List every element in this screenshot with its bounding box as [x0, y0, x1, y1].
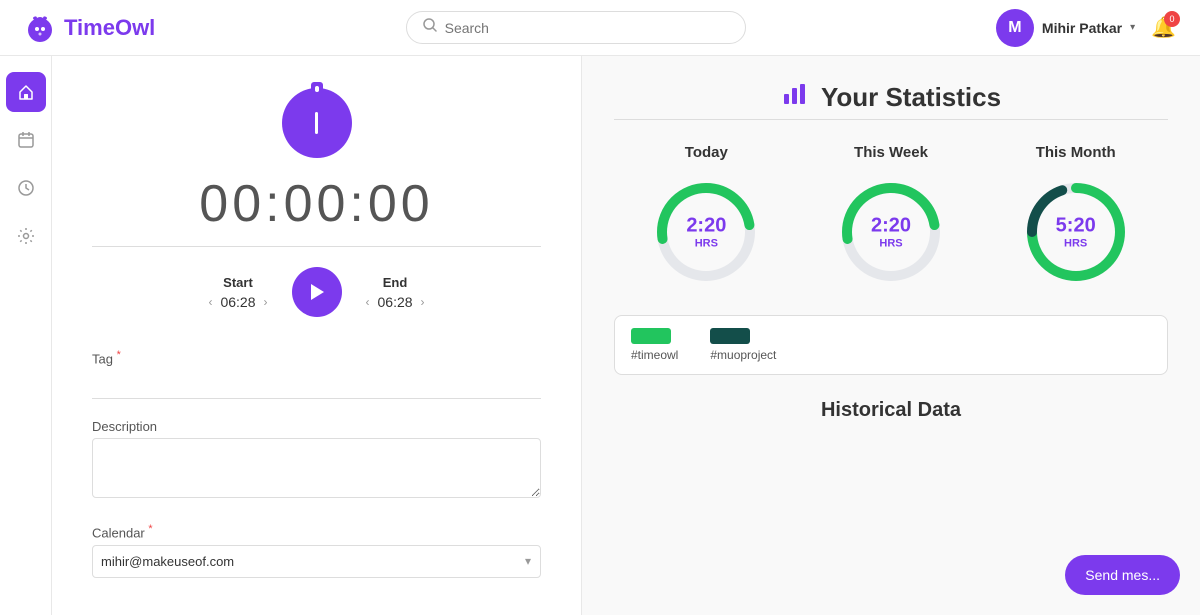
- right-panel: Your Statistics Today 2:20 HRS: [582, 56, 1200, 615]
- timer-icon-wrapper: [282, 88, 352, 158]
- legend-item-muo: #muoproject: [710, 328, 776, 362]
- legend-color-timeowl: [631, 328, 671, 344]
- period-week: This Week 2:20 HRS: [799, 144, 984, 287]
- avatar: M: [996, 9, 1034, 47]
- main-content: 00:00:00 Start ‹ 06:28 ›: [52, 56, 1200, 615]
- timer-controls: Start ‹ 06:28 › End: [92, 267, 541, 317]
- description-label: Description: [92, 419, 541, 434]
- timer-display: 00:00:00: [199, 174, 433, 234]
- calendar-field: Calendar * mihir@makeuseof.com ▾: [92, 523, 541, 577]
- legend-item-timeowl: #timeowl: [631, 328, 678, 362]
- stats-periods: Today 2:20 HRS This Week: [614, 144, 1168, 287]
- start-time-group: Start ‹ 06:28 ›: [208, 275, 267, 310]
- period-today-label: Today: [685, 144, 728, 161]
- search-icon: [423, 18, 437, 37]
- play-button[interactable]: [292, 267, 342, 317]
- donut-week-center: 2:20 HRS: [871, 215, 911, 250]
- sidebar: [0, 56, 52, 615]
- layout: 00:00:00 Start ‹ 06:28 ›: [0, 56, 1200, 615]
- end-next-arrow[interactable]: ›: [421, 295, 425, 309]
- timer-hand: [315, 112, 318, 134]
- historical-data-title: Historical Data: [614, 399, 1168, 422]
- legend-label-muo: #muoproject: [710, 348, 776, 362]
- calendar-select-wrapper: mihir@makeuseof.com ▾: [92, 545, 541, 578]
- left-panel: 00:00:00 Start ‹ 06:28 ›: [52, 56, 582, 615]
- donut-today-time: 2:20: [686, 215, 726, 238]
- end-time-group: End ‹ 06:28 ›: [366, 275, 425, 310]
- search-input[interactable]: [445, 20, 729, 36]
- description-field: Description: [92, 419, 541, 503]
- donut-month-center: 5:20 HRS: [1056, 215, 1096, 250]
- start-time-value: ‹ 06:28 ›: [208, 294, 267, 310]
- period-month-label: This Month: [1036, 144, 1116, 161]
- end-label: End: [383, 275, 408, 290]
- start-prev-arrow[interactable]: ‹: [208, 295, 212, 309]
- legend-color-muo: [710, 328, 750, 344]
- tag-field: Tag *: [92, 349, 541, 399]
- end-time-value: ‹ 06:28 ›: [366, 294, 425, 310]
- form-section: Tag * Description Calendar * mihir@makeu…: [92, 349, 541, 578]
- legend-box: #timeowl #muoproject: [614, 315, 1168, 375]
- sidebar-item-calendar[interactable]: [6, 120, 46, 160]
- search-bar: [406, 11, 746, 44]
- end-prev-arrow[interactable]: ‹: [366, 295, 370, 309]
- donut-week-unit: HRS: [871, 238, 911, 250]
- sidebar-item-settings[interactable]: [6, 216, 46, 256]
- donut-today-unit: HRS: [686, 238, 726, 250]
- sidebar-item-history[interactable]: [6, 168, 46, 208]
- user-name: Mihir Patkar: [1042, 20, 1122, 36]
- stats-divider: [614, 119, 1168, 120]
- donut-month-unit: HRS: [1056, 238, 1096, 250]
- start-time-val: 06:28: [220, 294, 255, 310]
- tag-label: Tag *: [92, 349, 541, 366]
- start-next-arrow[interactable]: ›: [264, 295, 268, 309]
- start-label: Start: [223, 275, 253, 290]
- tag-input[interactable]: [92, 370, 541, 399]
- period-month: This Month 5:20 HRS: [983, 144, 1168, 287]
- logo-icon: [24, 12, 56, 44]
- sidebar-item-home[interactable]: [6, 72, 46, 112]
- nav-right: M Mihir Patkar ▾ 🔔 0: [996, 9, 1176, 47]
- stats-title: Your Statistics: [821, 82, 1001, 113]
- stats-chart-icon: [781, 80, 809, 115]
- send-message-button[interactable]: Send mes...: [1065, 555, 1180, 595]
- donut-week-time: 2:20: [871, 215, 911, 238]
- period-today: Today 2:20 HRS: [614, 144, 799, 287]
- stats-header: Your Statistics: [614, 80, 1168, 115]
- donut-today: 2:20 HRS: [651, 177, 761, 287]
- user-menu[interactable]: M Mihir Patkar ▾: [996, 9, 1135, 47]
- brand-name: TimeOwl: [64, 15, 155, 41]
- timer-circle-icon: [282, 88, 352, 158]
- notification-bell[interactable]: 🔔 0: [1151, 15, 1176, 40]
- navbar: TimeOwl M Mihir Patkar ▾ 🔔 0: [0, 0, 1200, 56]
- donut-month-time: 5:20: [1056, 215, 1096, 238]
- chevron-down-icon: ▾: [1130, 22, 1135, 33]
- calendar-label: Calendar *: [92, 523, 541, 540]
- notification-badge: 0: [1164, 11, 1180, 27]
- donut-week: 2:20 HRS: [836, 177, 946, 287]
- end-time-val: 06:28: [378, 294, 413, 310]
- logo[interactable]: TimeOwl: [24, 12, 155, 44]
- donut-today-center: 2:20 HRS: [686, 215, 726, 250]
- calendar-select[interactable]: mihir@makeuseof.com: [92, 545, 541, 578]
- timer-section: 00:00:00 Start ‹ 06:28 ›: [92, 88, 541, 317]
- timer-divider: [92, 246, 541, 247]
- description-textarea[interactable]: [92, 438, 541, 498]
- period-week-label: This Week: [854, 144, 928, 161]
- legend-label-timeowl: #timeowl: [631, 348, 678, 362]
- donut-month: 5:20 HRS: [1021, 177, 1131, 287]
